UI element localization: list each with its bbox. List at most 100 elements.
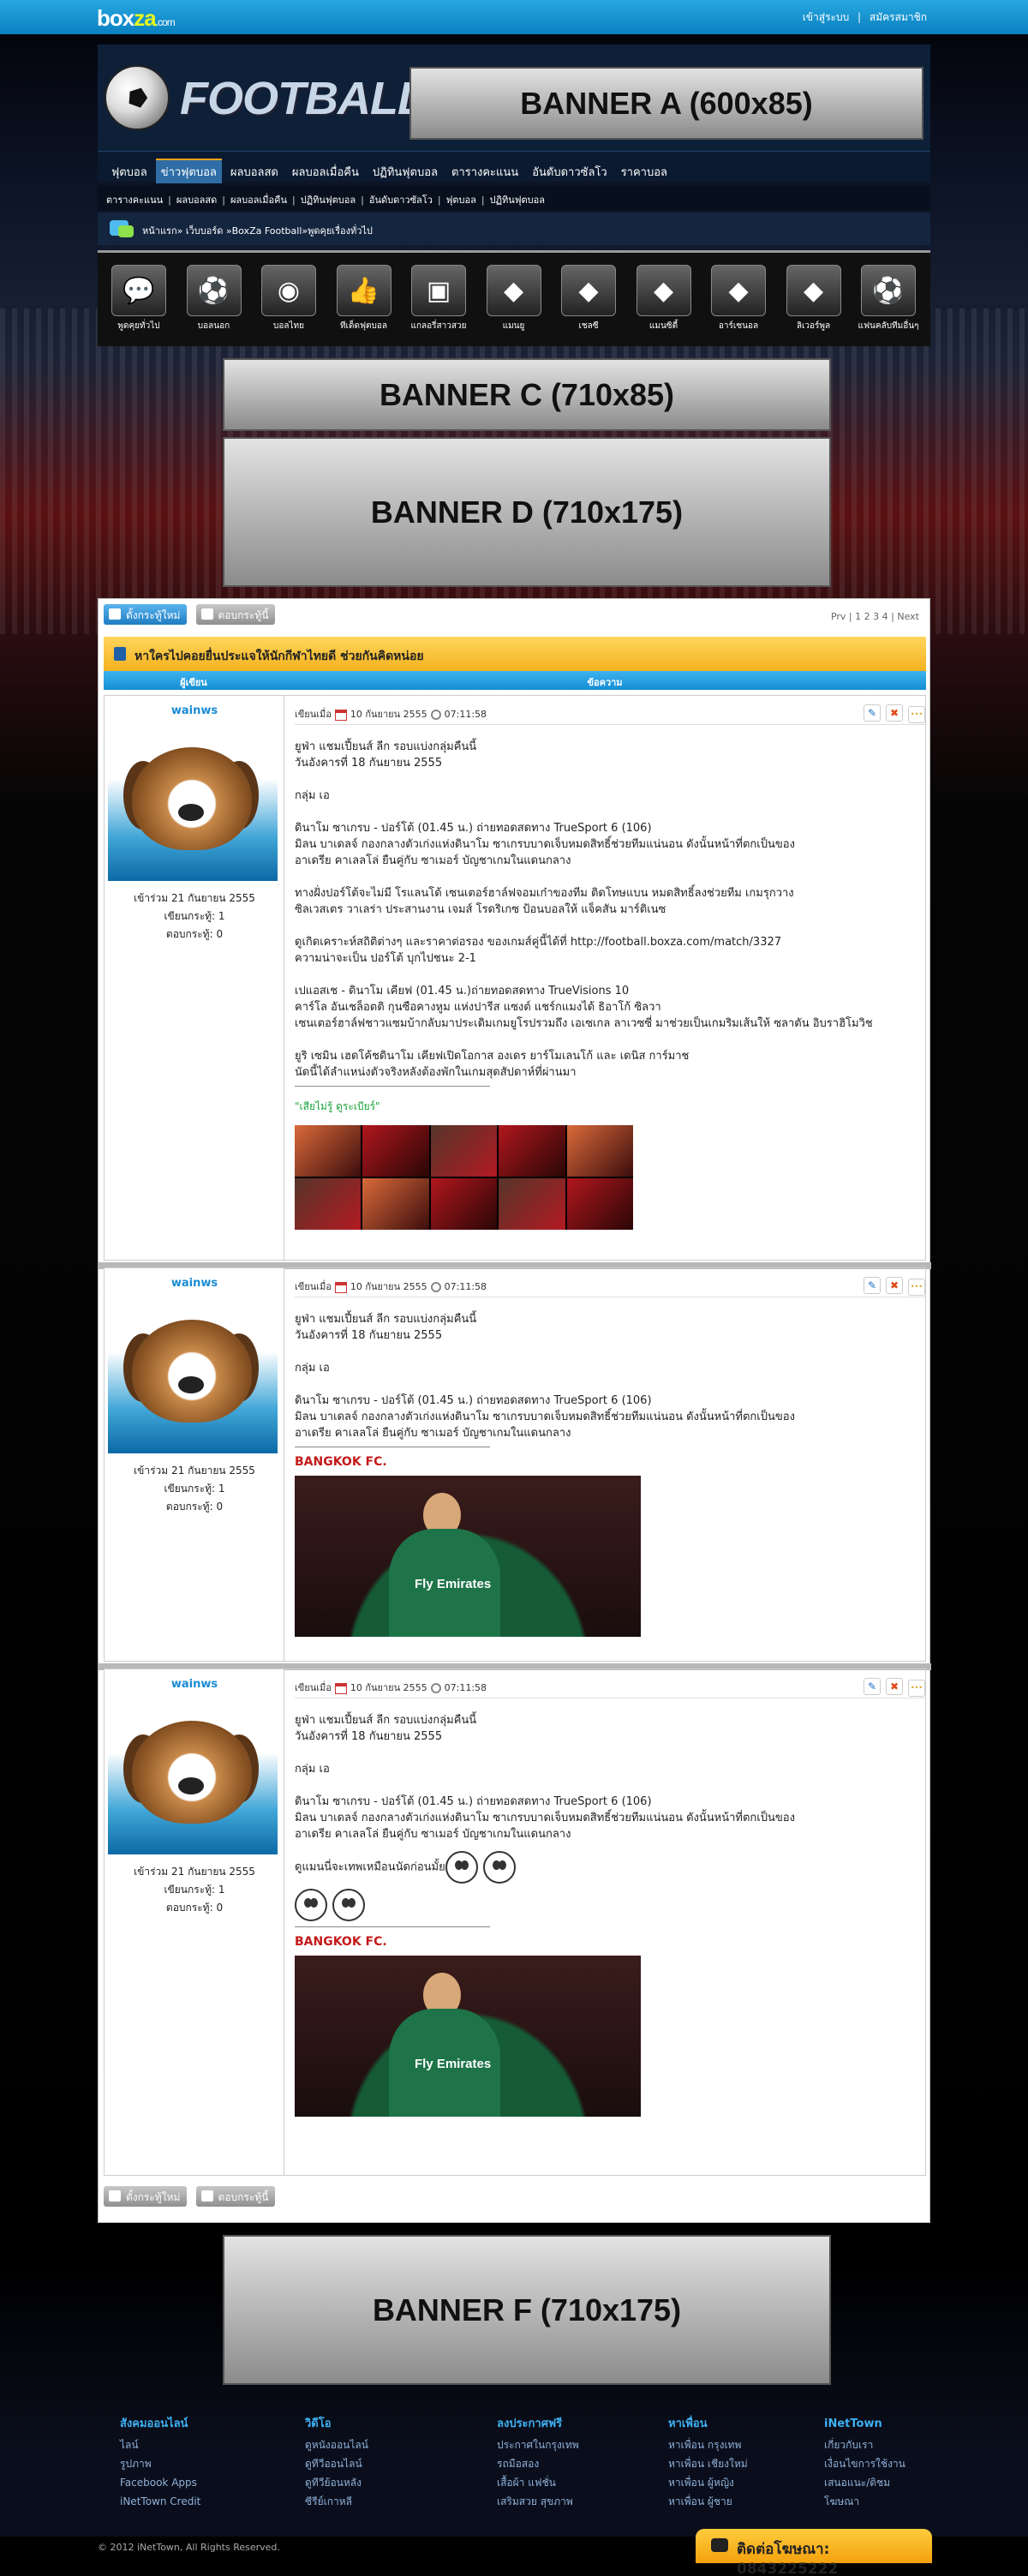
reply-button[interactable]: ตอบกระทู้นี้ (195, 604, 276, 625)
footer-link[interactable]: ซีรีย์เกาหลี (305, 2492, 368, 2511)
more-icon[interactable]: ••• (908, 1680, 925, 1697)
footer-link[interactable]: เกี่ยวกับเรา (824, 2435, 905, 2454)
prev-page[interactable]: Prv (831, 611, 846, 622)
sub-nav-item[interactable]: อันดับดาวซัลโว (369, 195, 433, 206)
separator: | (222, 195, 225, 206)
category-11[interactable]: ⚽ แฟนคลับทีมอื่นๆ (856, 265, 921, 332)
delete-icon[interactable]: ✖ (886, 1678, 903, 1695)
main-nav-item[interactable]: ตารางคะแนน (446, 160, 523, 183)
category-7[interactable]: ◆ เชลซี (556, 265, 621, 332)
category-1[interactable]: 💬 พูดคุยทั่วไป (106, 265, 171, 332)
footer-link[interactable]: หาเพื่อน ผู้หญิง (668, 2473, 748, 2492)
category-10[interactable]: ◆ ลิเวอร์พูล (781, 265, 846, 332)
footer-link[interactable]: ไลน์ (120, 2435, 200, 2454)
page-2[interactable]: 2 (864, 611, 870, 622)
category-9[interactable]: ◆ อาร์เซนอล (706, 265, 771, 332)
footer-link[interactable]: เสนอแนะ/ติชม (824, 2473, 905, 2492)
post-tools: ✎ ✖ ••• (858, 1277, 925, 1296)
username[interactable]: wainws (105, 1277, 284, 1290)
footer-link[interactable]: เสริมสวย สุขภาพ (497, 2492, 579, 2511)
sub-nav-item[interactable]: ปฏิทินฟุตบอล (301, 195, 356, 206)
footer-link[interactable]: ดูทีวีย้อนหลัง (305, 2473, 368, 2492)
banner-d[interactable]: BANNER D (710x175) (223, 437, 831, 587)
more-icon[interactable]: ••• (908, 706, 925, 723)
sub-nav-item[interactable]: ตารางคะแนน (106, 195, 163, 206)
category-icon: 💬 (111, 265, 166, 316)
page-3[interactable]: 3 (873, 611, 879, 622)
banner-f[interactable]: BANNER F (710x175) (223, 2235, 831, 2385)
reply-count: ตอบกระทู้: 0 (165, 1902, 224, 1914)
footer-link[interactable]: หาเพื่อน ผู้ชาย (668, 2492, 748, 2511)
footer-link[interactable]: เสื้อผ้า แฟชั่น (497, 2473, 579, 2492)
boxza-logo[interactable]: boxza.com (97, 5, 176, 32)
footer-link[interactable]: Facebook Apps (120, 2473, 200, 2492)
username[interactable]: wainws (105, 704, 284, 717)
text-line: วันอังคารที่ 18 กันยายน 2555 (295, 757, 443, 770)
text-line: กลุ่ม เอ (295, 1763, 330, 1776)
footer-link[interactable]: ประกาศในกรุงเทพ (497, 2435, 579, 2454)
username[interactable]: wainws (105, 1678, 284, 1691)
emoticon-row (295, 1889, 925, 1921)
reply-count: ตอบกระทู้: 0 (165, 928, 224, 940)
sub-nav-item[interactable]: ผลบอลสด (176, 195, 217, 206)
text-line: มิลน บาเดลจ์ กองกลางตัวเก่งแห่งดินาโม ซา… (295, 1411, 795, 1423)
more-icon[interactable]: ••• (908, 1279, 925, 1296)
banner-c[interactable]: BANNER C (710x85) (223, 358, 831, 431)
main-nav-item[interactable]: ผลบอลเมื่อคืน (287, 160, 364, 183)
signature-image (295, 1125, 633, 1230)
main-nav-item[interactable]: ข่าวฟุตบอล (155, 159, 222, 183)
category-5[interactable]: ▣ แกลอรี่สาวสวย (406, 265, 471, 332)
category-8[interactable]: ◆ แมนซิตี้ (631, 265, 696, 332)
reply-button-bottom[interactable]: ตอบกระทู้นี้ (195, 2186, 276, 2207)
footer-heading: วิดีโอ (305, 2417, 332, 2430)
category-3[interactable]: ◉ บอลไทย (256, 265, 321, 332)
edit-icon[interactable]: ✎ (864, 1678, 881, 1695)
main-nav-item[interactable]: ผลบอลสด (225, 160, 284, 183)
sub-nav-item[interactable]: ผลบอลเมื่อคืน (230, 195, 287, 206)
category-6[interactable]: ◆ แมนยู (481, 265, 547, 332)
main-nav-item[interactable]: ฟุตบอล (106, 160, 152, 183)
register-link[interactable]: สมัครสมาชิก (870, 11, 927, 23)
category-4[interactable]: 👍 ทีเด็ดฟุตบอล (332, 265, 397, 332)
edit-icon[interactable]: ✎ (864, 1277, 881, 1294)
footer-link[interactable]: เงื่อนไขการใช้งาน (824, 2454, 905, 2473)
separator: | (168, 195, 171, 206)
new-topic-button[interactable]: ตั้งกระทู้ใหม่ (104, 604, 188, 625)
text-line: ซิลเวสเตร วาเลร่า ประสานงาน เจมส์ โรดริเ… (295, 903, 666, 916)
new-topic-button-bottom[interactable]: ตั้งกระทู้ใหม่ (104, 2186, 188, 2207)
footer-link[interactable]: ดูหนังออนไลน์ (305, 2435, 368, 2454)
sub-nav-item[interactable]: ฟุตบอล (446, 195, 476, 206)
pagination: Prv | 1 2 3 4 | Next (830, 611, 919, 622)
next-page[interactable]: Next (897, 611, 919, 622)
edit-icon[interactable]: ✎ (864, 704, 881, 722)
category-2[interactable]: ⚽ บอลนอก (182, 265, 247, 332)
main-nav-item[interactable]: อันดับดาวซัลโว (527, 160, 613, 183)
signature-divider (295, 1086, 490, 1087)
footer-link[interactable]: หาเพื่อน เชียงใหม่ (668, 2454, 748, 2473)
footer-link[interactable]: รถมือสอง (497, 2454, 579, 2473)
football-logo[interactable]: FOOTBALL (101, 55, 426, 158)
text-line: อาเดรีย คาเลลโล่ ยืนคู่กับ ซาเมอร์ บัญชา… (295, 1828, 571, 1841)
sub-nav-item[interactable]: ปฏิทินฟุตบอล (490, 195, 545, 206)
main-nav-item[interactable]: ราคาบอล (616, 160, 672, 183)
post-text: ยูฟ่า แชมเปี้ยนส์ ลีก รอบแบ่งกลุ่มคืนนี้… (295, 1311, 925, 1637)
soccer-ball-icon (105, 65, 170, 130)
page-4[interactable]: 4 (882, 611, 888, 622)
sub-nav: ตารางคะแนน | ผลบอลสด | ผลบอลเมื่อคืน | ปฏิทินฟ… (98, 185, 930, 211)
footer-column: iNetTown เกี่ยวกับเรา เงื่อนไขการใช้งาน เสน… (824, 2415, 905, 2511)
footer-link[interactable]: ดูทีวีออนไลน์ (305, 2454, 368, 2473)
category-icon: ◆ (561, 265, 616, 316)
footer-link[interactable]: โฆษณา (824, 2492, 905, 2511)
delete-icon[interactable]: ✖ (886, 1277, 903, 1294)
delete-icon[interactable]: ✖ (886, 704, 903, 722)
login-link[interactable]: เข้าสู่ระบบ (803, 11, 850, 23)
footer-link[interactable]: รูปภาพ (120, 2454, 200, 2473)
text-line: เปแอสเช - ดินาโม เคียฟ (01.45 น.)ถ่ายทอด… (295, 985, 630, 997)
breadcrumb-text[interactable]: หน้าแรก» เว็บบอร์ด »BoxZa Football»พูดคุ… (142, 225, 373, 237)
banner-a[interactable]: BANNER A (600x85) (409, 67, 923, 140)
footer-link[interactable]: iNetTown Credit (120, 2492, 200, 2511)
main-nav-item[interactable]: ปฏิทินฟุตบอล (368, 160, 443, 183)
footer-link[interactable]: หาเพื่อน กรุงเทพ (668, 2435, 748, 2454)
page-1[interactable]: 1 (855, 611, 861, 622)
advertise-contact[interactable]: ติดต่อโฆษณา: 0843225222 (696, 2529, 932, 2576)
